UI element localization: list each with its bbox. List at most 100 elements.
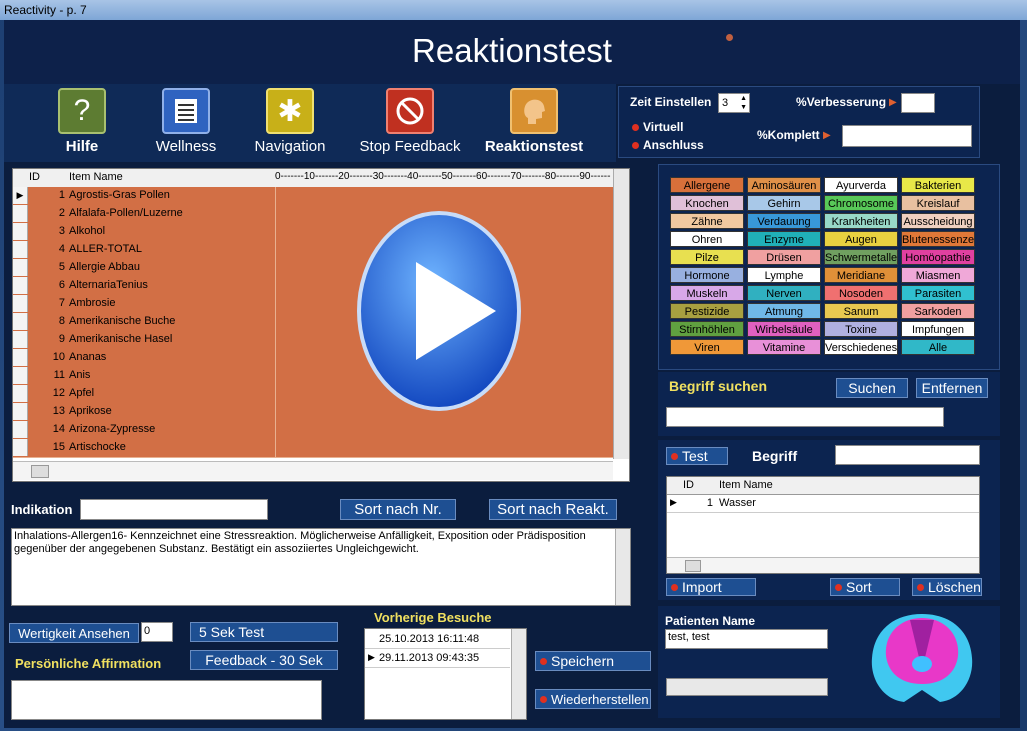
search-input[interactable] xyxy=(666,407,944,427)
category-button-atmung[interactable]: Atmung xyxy=(747,303,821,319)
category-button-verdauung[interactable]: Verdauung xyxy=(747,213,821,229)
table-vscrollbar[interactable] xyxy=(613,169,629,459)
table-row[interactable]: 6 AlternariaTenius xyxy=(13,277,613,296)
category-button-zähne[interactable]: Zähne xyxy=(670,213,744,229)
category-button-toxine[interactable]: Toxine xyxy=(824,321,898,337)
category-button-ohren[interactable]: Ohren xyxy=(670,231,744,247)
category-button-miasmen[interactable]: Miasmen xyxy=(901,267,975,283)
col-name-header[interactable]: Item Name xyxy=(719,479,773,491)
table-row[interactable]: 4 ALLER-TOTAL xyxy=(13,241,613,260)
hscroll-thumb[interactable] xyxy=(31,465,49,478)
table-row[interactable]: 15 Artischocke xyxy=(13,439,613,458)
anschluss-radio[interactable]: Anschluss xyxy=(632,138,704,152)
table-row[interactable]: 14 Arizona-Zypresse xyxy=(13,421,613,440)
stop-feedback-button[interactable]: Stop Feedback xyxy=(358,88,462,155)
category-button-kreislauf[interactable]: Kreislauf xyxy=(901,195,975,211)
category-button-knochen[interactable]: Knochen xyxy=(670,195,744,211)
category-button-nosoden[interactable]: Nosoden xyxy=(824,285,898,301)
category-button-augen[interactable]: Augen xyxy=(824,231,898,247)
indikation-description[interactable]: Inhalations-Allergen16- Kennzeichnet ein… xyxy=(11,528,631,606)
delete-button[interactable]: Löschen xyxy=(912,578,982,596)
category-button-sarkoden[interactable]: Sarkoden xyxy=(901,303,975,319)
category-button-muskeln[interactable]: Muskeln xyxy=(670,285,744,301)
row-selector[interactable] xyxy=(13,331,28,348)
list-item[interactable]: ▶ 29.11.2013 09:43:35 xyxy=(365,649,510,668)
table-row[interactable]: 7 Ambrosie xyxy=(13,295,613,314)
row-selector[interactable] xyxy=(13,205,28,222)
table-row[interactable]: 3 Alkohol xyxy=(13,223,613,242)
category-button-wirbelsäule[interactable]: Wirbelsäule xyxy=(747,321,821,337)
row-selector[interactable] xyxy=(13,385,28,402)
list-item[interactable]: 25.10.2013 16:11:48 xyxy=(365,630,510,649)
category-button-parasiten[interactable]: Parasiten xyxy=(901,285,975,301)
category-button-meridiane[interactable]: Meridiane xyxy=(824,267,898,283)
description-scrollbar[interactable] xyxy=(615,529,630,605)
category-button-pilze[interactable]: Pilze xyxy=(670,249,744,265)
sort-by-reaction-button[interactable]: Sort nach Reakt. xyxy=(489,499,617,520)
sort-button[interactable]: Sort xyxy=(830,578,900,596)
category-button-enzyme[interactable]: Enzyme xyxy=(747,231,821,247)
category-button-schwermetalle[interactable]: Schwermetalle xyxy=(824,249,898,265)
virtuell-radio[interactable]: Virtuell xyxy=(632,120,683,134)
patient-name-field[interactable]: test, test xyxy=(665,629,828,649)
zeit-stepper[interactable]: 3 ▲ ▼ xyxy=(718,93,750,113)
feedback-30-button[interactable]: Feedback - 30 Sek xyxy=(190,650,338,670)
category-button-pestizide[interactable]: Pestizide xyxy=(670,303,744,319)
wellness-button[interactable]: Wellness xyxy=(150,88,222,155)
row-selector[interactable] xyxy=(13,295,28,312)
category-button-homöopathie[interactable]: Homöopathie xyxy=(901,249,975,265)
play-button[interactable] xyxy=(356,210,522,412)
row-selector[interactable] xyxy=(13,403,28,420)
row-selector[interactable] xyxy=(13,223,28,240)
row-selector[interactable] xyxy=(13,277,28,294)
category-button-viren[interactable]: Viren xyxy=(670,339,744,355)
test-button[interactable]: Test xyxy=(666,447,728,465)
stepper-arrows-icon[interactable]: ▲ ▼ xyxy=(740,94,747,112)
save-button[interactable]: Speichern xyxy=(535,651,651,671)
komplett-field[interactable] xyxy=(842,125,972,147)
category-button-gehirn[interactable]: Gehirn xyxy=(747,195,821,211)
col-id-header[interactable]: ID xyxy=(29,171,40,183)
restore-button[interactable]: Wiederherstellen xyxy=(535,689,651,709)
row-selector[interactable] xyxy=(13,421,28,438)
table-row[interactable]: 10 Ananas xyxy=(13,349,613,368)
category-button-lymphe[interactable]: Lymphe xyxy=(747,267,821,283)
row-selector[interactable] xyxy=(13,439,28,456)
category-button-allergene[interactable]: Allergene xyxy=(670,177,744,193)
table-row[interactable]: 5 Allergie Abbau xyxy=(13,259,613,278)
reaktionstest-button[interactable]: Reaktionstest xyxy=(478,88,590,155)
begriff-input[interactable] xyxy=(835,445,980,465)
category-button-alle[interactable]: Alle xyxy=(901,339,975,355)
verbesserung-field[interactable] xyxy=(901,93,935,113)
table-row[interactable]: 11 Anis xyxy=(13,367,613,386)
category-button-verschiedenes[interactable]: Verschiedenes xyxy=(824,339,898,355)
category-button-aminosäuren[interactable]: Aminosäuren xyxy=(747,177,821,193)
five-second-test-button[interactable]: 5 Sek Test xyxy=(190,622,338,642)
row-selector[interactable] xyxy=(13,259,28,276)
import-button[interactable]: Import xyxy=(666,578,756,596)
table-row[interactable]: 12 Apfel xyxy=(13,385,613,404)
table-row[interactable]: ▶ 1 Wasser xyxy=(667,494,979,513)
category-button-stirnhöhlen[interactable]: Stirnhöhlen xyxy=(670,321,744,337)
category-button-chromosome[interactable]: Chromosome xyxy=(824,195,898,211)
category-button-krankheiten[interactable]: Krankheiten xyxy=(824,213,898,229)
category-button-bakterien[interactable]: Bakterien xyxy=(901,177,975,193)
category-button-ausscheidung[interactable]: Ausscheidung xyxy=(901,213,975,229)
table-hscrollbar[interactable] xyxy=(13,461,613,480)
category-button-vitamine[interactable]: Vitamine xyxy=(747,339,821,355)
row-selector[interactable] xyxy=(13,367,28,384)
table-row[interactable]: ▶ 1 Agrostis-Gras Pollen xyxy=(13,187,613,206)
row-selector[interactable] xyxy=(13,349,28,366)
category-button-drüsen[interactable]: Drüsen xyxy=(747,249,821,265)
table-row[interactable]: 9 Amerikanische Hasel xyxy=(13,331,613,350)
category-button-sanum[interactable]: Sanum xyxy=(824,303,898,319)
hscroll-thumb[interactable] xyxy=(685,560,701,572)
row-selector[interactable] xyxy=(13,241,28,258)
wertigkeit-button[interactable]: Wertigkeit Ansehen xyxy=(9,623,139,643)
category-button-nerven[interactable]: Nerven xyxy=(747,285,821,301)
sort-by-number-button[interactable]: Sort nach Nr. xyxy=(340,499,456,520)
patient-extra-field[interactable] xyxy=(666,678,828,696)
visits-scrollbar[interactable] xyxy=(511,629,526,719)
search-button[interactable]: Suchen xyxy=(836,378,908,398)
remove-button[interactable]: Entfernen xyxy=(916,378,988,398)
